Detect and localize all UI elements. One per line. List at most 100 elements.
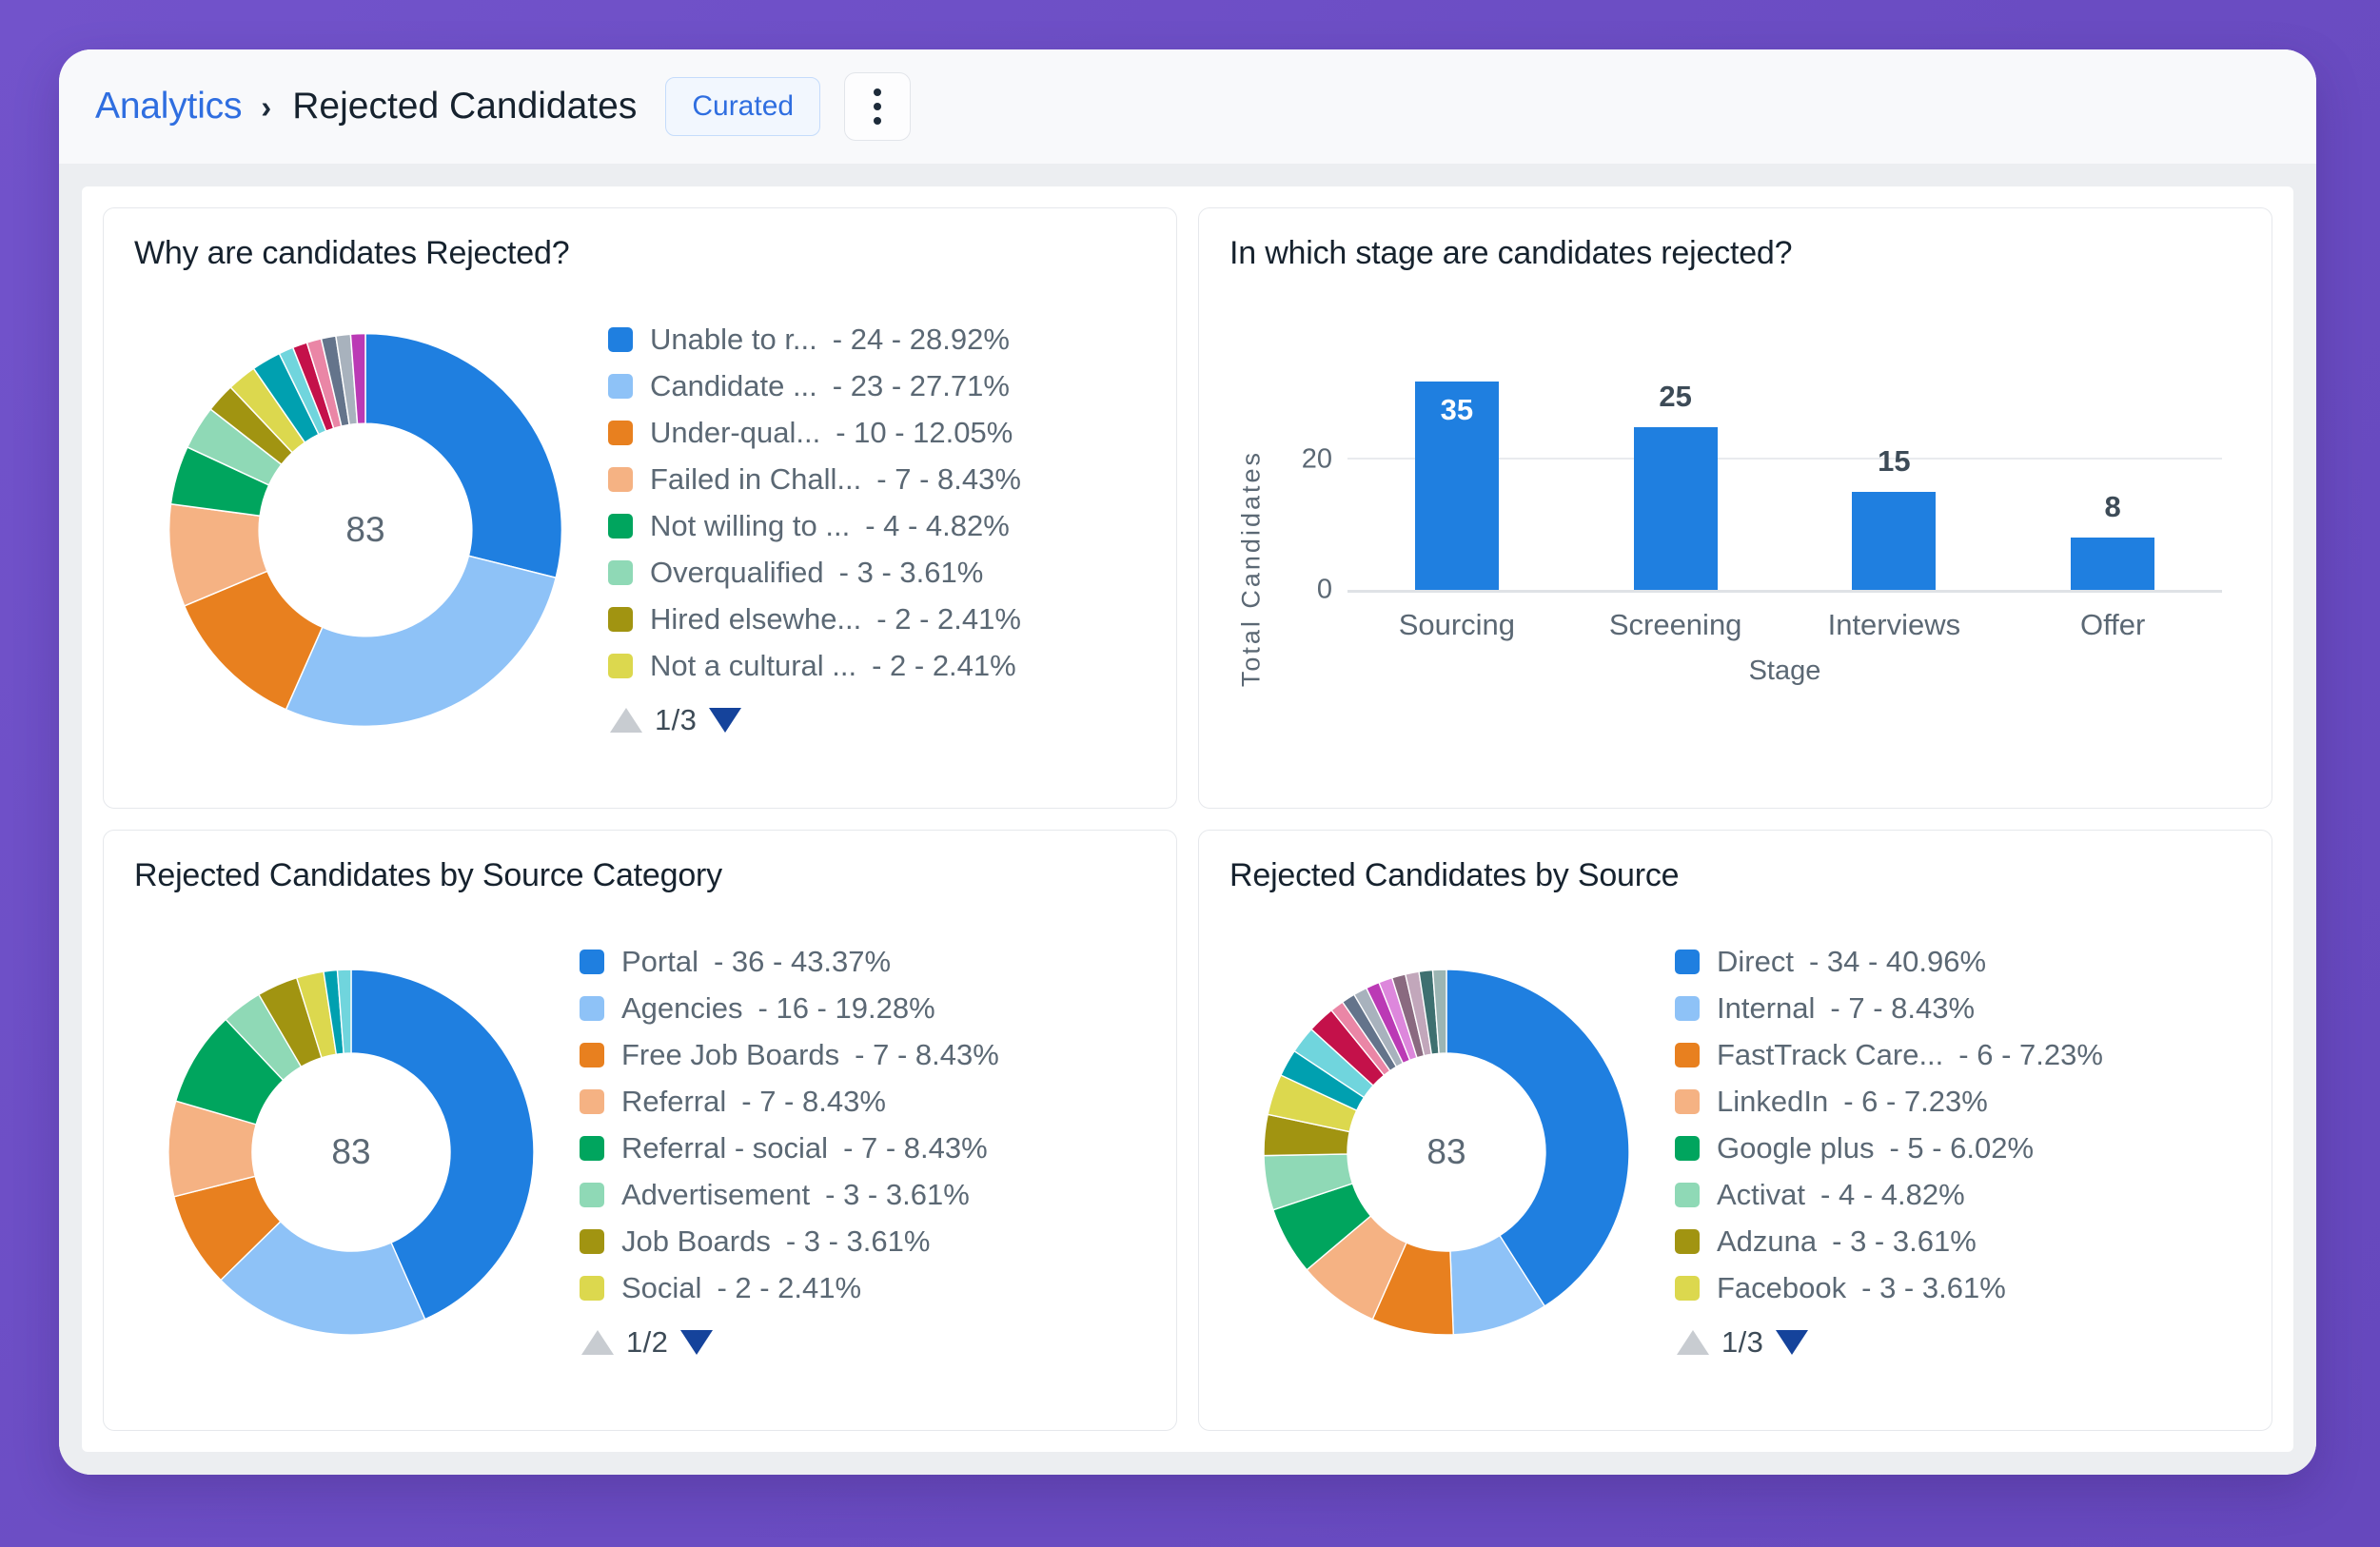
legend-item[interactable]: Direct - 34 - 40.96% [1675,939,2241,986]
pager-prev-icon[interactable] [610,707,642,733]
legend-item-value: - 7 - 8.43% [843,1131,988,1165]
legend-item-value: - 7 - 8.43% [741,1085,886,1118]
legend-item-value: - 5 - 6.02% [1889,1131,2035,1165]
legend-item[interactable]: Referral - social - 7 - 8.43% [580,1126,1146,1172]
legend-item[interactable]: Facebook - 3 - 3.61% [1675,1265,2241,1312]
legend-swatch-icon [1675,1043,1700,1067]
legend-item[interactable]: Activat - 4 - 4.82% [1675,1172,2241,1219]
legend-item[interactable]: Not willing to ... - 4 - 4.82% [608,503,1146,550]
bar-chart-y-axis-label: Total Candidates [1236,449,1266,688]
legend-swatch-icon [1675,950,1700,974]
legend-item-label: Activat [1717,1178,1806,1211]
legend-item[interactable]: Social - 2 - 2.41% [580,1265,1146,1312]
legend-source-category: Portal - 36 - 43.37% Agencies - 16 - 19.28%… [541,939,1146,1365]
legend-item-value: - 2 - 2.41% [876,602,1021,636]
kebab-dot-icon [874,117,882,125]
legend-item-label: Overqualified [650,556,824,589]
pager-next-icon[interactable] [1776,1329,1809,1355]
bar-chart-bar[interactable]: 8 [2071,490,2155,591]
pager-text: 1/3 [655,702,698,736]
legend-swatch-icon [608,467,633,492]
legend-item[interactable]: Google plus - 5 - 6.02% [1675,1126,2241,1172]
legend-item[interactable]: Advertisement - 3 - 3.61% [580,1172,1146,1219]
legend-item-label: Agencies [621,991,743,1025]
legend-item-label: Adzuna [1717,1224,1818,1258]
legend-swatch-icon [1675,1229,1700,1254]
legend-item[interactable]: Hired elsewhe... - 2 - 2.41% [608,597,1146,643]
card-body: 83 Unable to r... - 24 - 28.92% Candidate … [134,278,1146,781]
kebab-dot-icon [874,88,882,96]
bar-chart-bar[interactable]: 15 [1852,444,1937,591]
bar-chart-value-label: 25 [1659,379,1692,413]
app-window: Analytics › Rejected Candidates Curated … [59,49,2316,1475]
legend-swatch-icon [608,560,633,585]
legend-item[interactable]: Job Boards - 3 - 3.61% [580,1219,1146,1265]
pager-prev-icon[interactable] [581,1329,614,1355]
legend-item[interactable]: Not a cultural ... - 2 - 2.41% [608,643,1146,690]
legend-item-value: - 6 - 7.23% [1958,1038,2103,1071]
bar-chart-main: Total Candidates 0 20 35 25 15 8 Sourcing Scre… [1229,380,2222,688]
more-options-button[interactable] [844,72,912,141]
card-title: Why are candidates Rejected? [134,235,570,271]
card-body: 83 Direct - 34 - 40.96% Internal - 7 - 8.43… [1229,900,2241,1403]
legend-item[interactable]: Under-qual... - 10 - 12.05% [608,410,1146,457]
legend-item[interactable]: Internal - 7 - 8.43% [1675,986,2241,1032]
legend-swatch-icon [580,1183,604,1207]
legend-item-value: - 3 - 3.61% [1832,1224,1977,1258]
legend-item[interactable]: FastTrack Care... - 6 - 7.23% [1675,1032,2241,1079]
legend-item[interactable]: Free Job Boards - 7 - 8.43% [580,1032,1146,1079]
legend-item-value: - 2 - 2.41% [717,1271,862,1304]
legend-item[interactable]: Overqualified - 3 - 3.61% [608,550,1146,597]
app-header: Analytics › Rejected Candidates Curated [59,49,2316,164]
legend-swatch-icon [580,1229,604,1254]
bar-chart-column: 35 [1347,381,1566,591]
bar-chart-y-tick-label: 0 [1316,574,1332,605]
bar-chart-bar[interactable]: 35 [1414,381,1499,591]
legend-item-value: - 36 - 43.37% [713,945,892,978]
legend-item[interactable]: Portal - 36 - 43.37% [580,939,1146,986]
legend-swatch-icon [1675,1089,1700,1114]
legend-item[interactable]: Candidate ... - 23 - 27.71% [608,363,1146,410]
legend-item[interactable]: Unable to r... - 24 - 28.92% [608,317,1146,363]
legend-item-label: Referral - social [621,1131,829,1165]
donut-slice[interactable] [364,332,563,578]
donut-slice[interactable] [285,554,558,727]
donut-chart-rejection-reasons[interactable]: 83 [161,325,570,734]
legend-item-label: Advertisement [621,1178,811,1211]
donut-chart-source[interactable]: 83 [1256,962,1637,1342]
bar-chart-value-label: 15 [1878,444,1911,479]
legend-item-label: Referral [621,1085,727,1118]
legend-swatch-icon [580,1089,604,1114]
bar-chart-x-tick-label: Sourcing [1398,608,1516,642]
pager-next-icon[interactable] [709,707,742,733]
pager-prev-icon[interactable] [1677,1329,1709,1355]
legend-item-label: Not willing to ... [650,509,851,542]
legend-item-value: - 6 - 7.23% [1843,1085,1988,1118]
legend-swatch-icon [608,654,633,678]
legend-swatch-icon [580,950,604,974]
donut-svg [167,332,563,727]
dashboard-grid: Why are candidates Rejected? 83 Unable t… [82,186,2293,1452]
legend-swatch-icon [608,327,633,352]
legend-item-value: - 3 - 3.61% [785,1224,931,1258]
legend-item[interactable]: Adzuna - 3 - 3.61% [1675,1219,2241,1265]
card-rejection-stage: In which stage are candidates rejected? … [1198,207,2272,809]
donut-svg [167,968,535,1336]
legend-item[interactable]: Failed in Chall... - 7 - 8.43% [608,457,1146,503]
bar-chart-x-tick-label: Screening [1608,608,1742,642]
legend-item-label: Hired elsewhe... [650,602,862,636]
pager-next-icon[interactable] [680,1329,714,1355]
legend-item-value: - 4 - 4.82% [1820,1178,1965,1211]
donut-chart-source-category[interactable]: 83 [161,962,541,1342]
breadcrumb-chevron-icon: › [261,88,272,125]
legend-item-value: - 7 - 8.43% [855,1038,999,1071]
bar-chart-bar[interactable]: 25 [1633,380,1718,591]
legend-item[interactable]: Referral - 7 - 8.43% [580,1079,1146,1126]
legend-item[interactable]: LinkedIn - 6 - 7.23% [1675,1079,2241,1126]
kebab-dot-icon [874,103,882,110]
legend-item-label: Not a cultural ... [650,649,857,682]
card-title: Rejected Candidates by Source Category [134,857,722,893]
curated-badge[interactable]: Curated [665,77,821,136]
legend-item[interactable]: Agencies - 16 - 19.28% [580,986,1146,1032]
breadcrumb-analytics-link[interactable]: Analytics [95,86,242,127]
